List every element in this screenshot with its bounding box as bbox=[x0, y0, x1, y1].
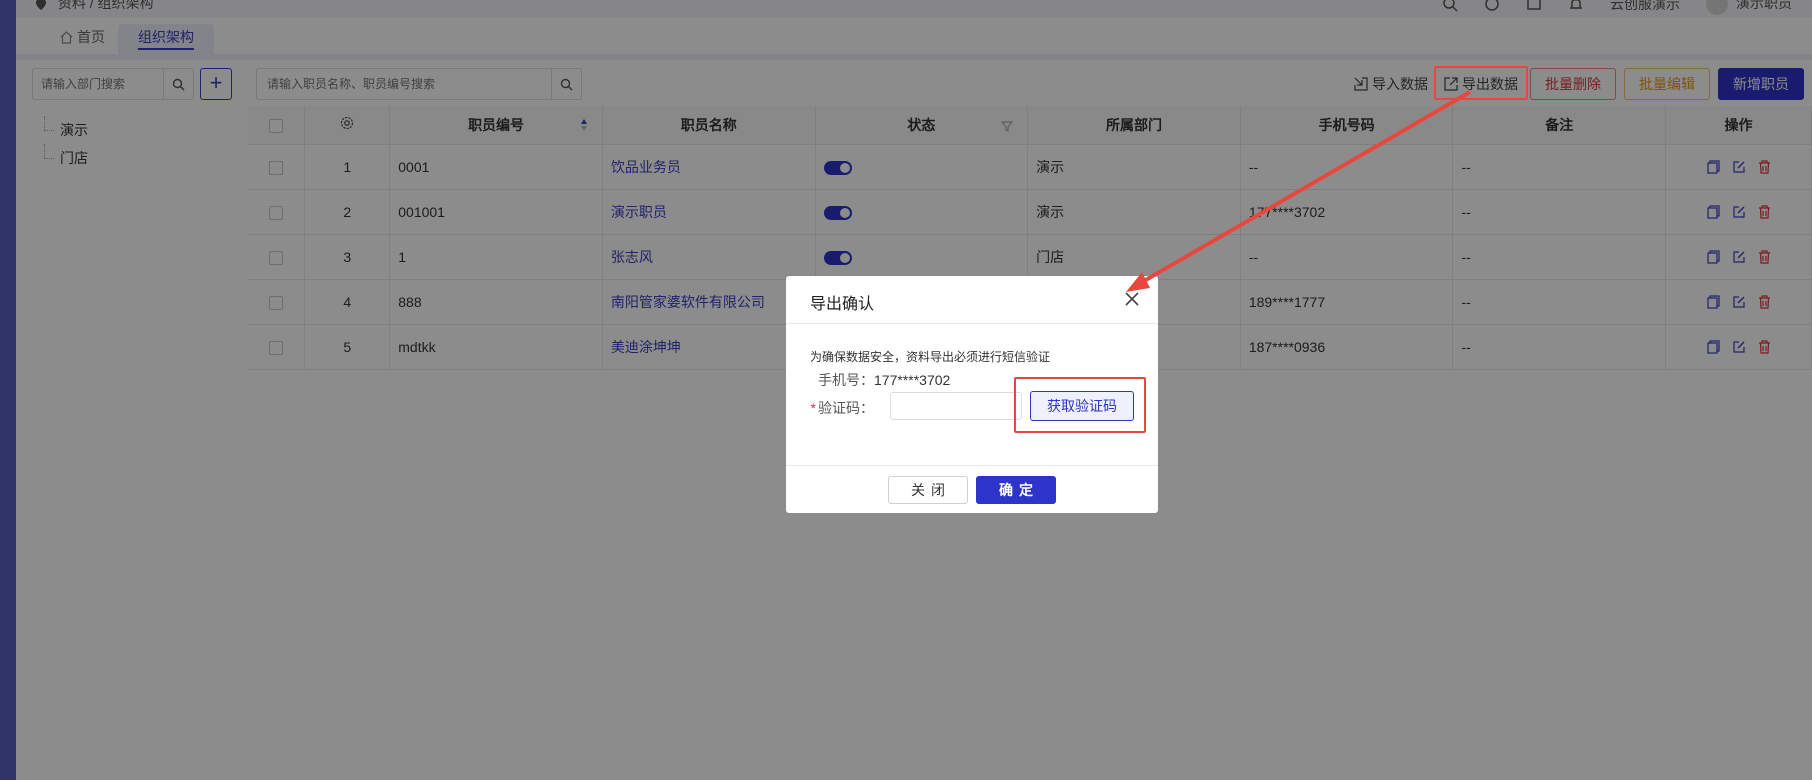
get-code-highlight-box bbox=[1014, 377, 1146, 433]
dialog-close-button[interactable]: 关闭 bbox=[888, 476, 968, 504]
close-icon[interactable] bbox=[1122, 289, 1142, 309]
app-sidebar-strip bbox=[0, 0, 16, 780]
phone-row: 手机号：177****3702 bbox=[794, 370, 950, 390]
dialog-header: 导出确认 bbox=[786, 276, 1158, 324]
export-highlight-box bbox=[1434, 66, 1528, 100]
phone-label: 手机号： bbox=[818, 372, 874, 388]
code-label: 验证码： bbox=[818, 400, 874, 416]
dialog-footer: 关闭 确定 bbox=[786, 465, 1158, 513]
code-label-wrap: * 验证码： bbox=[794, 398, 874, 418]
required-mark: * bbox=[810, 400, 816, 416]
dialog-ok-button[interactable]: 确定 bbox=[976, 476, 1056, 504]
verification-code-input[interactable] bbox=[890, 392, 1022, 420]
phone-value: 177****3702 bbox=[874, 372, 951, 388]
dialog-title: 导出确认 bbox=[810, 296, 875, 313]
dialog-notice: 为确保数据安全，资料导出必须进行短信验证 bbox=[810, 350, 1051, 364]
code-row: * 验证码： bbox=[794, 398, 874, 418]
